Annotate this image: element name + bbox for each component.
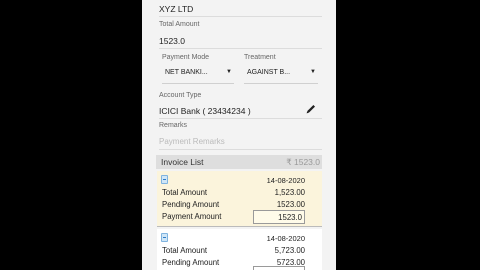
remarks-label: Remarks — [159, 122, 188, 129]
pending-amount-value: 1523.00 — [276, 200, 305, 209]
total-amount-row: Total Amount 5,723.00 — [162, 246, 305, 257]
left-letterbox — [0, 0, 142, 270]
total-amount-value: 1523.0 — [159, 36, 185, 46]
account-type-value: ICICI Bank ( 23434234 ) — [159, 106, 251, 116]
divider — [159, 149, 322, 150]
invoice-date: 14-08-2020 — [266, 234, 305, 243]
total-amount-label: Total Amount — [162, 246, 208, 255]
payment-amount-input[interactable] — [253, 266, 305, 270]
treatment-value: AGAINST B... — [247, 69, 291, 76]
payment-mode-label: Payment Mode — [162, 54, 210, 61]
invoice-list-header: Invoice List ₹ 1523.0 — [156, 155, 322, 169]
payment-mode-value: NET BANKI... — [165, 69, 208, 76]
invoice-card[interactable]: 14-08-2020 Total Amount 5,723.00 Pending… — [157, 229, 322, 270]
chevron-down-icon: ▼ — [310, 69, 316, 75]
payment-mode-select[interactable]: NET BANKI... ▼ — [162, 64, 234, 84]
document-icon — [161, 233, 168, 242]
document-icon — [161, 175, 168, 184]
pending-amount-label: Pending Amount — [162, 258, 220, 267]
payment-amount-input[interactable] — [253, 210, 305, 224]
total-amount-label: Total Amount — [159, 21, 200, 28]
treatment-select[interactable]: AGAINST B... ▼ — [244, 64, 318, 84]
total-amount-value: 5,723.00 — [274, 246, 305, 255]
invoice-list-title: Invoice List — [161, 157, 204, 167]
pencil-icon[interactable] — [304, 103, 318, 115]
invoice-list-total: ₹ 1523.0 — [286, 157, 320, 167]
treatment-label: Treatment — [244, 54, 276, 61]
chevron-down-icon: ▼ — [226, 69, 232, 75]
account-type-label: Account Type — [159, 92, 202, 99]
divider — [159, 118, 322, 119]
invoice-card[interactable]: 14-08-2020 Total Amount 1,523.00 Pending… — [157, 171, 322, 227]
total-amount-row: Total Amount 1,523.00 — [162, 188, 305, 199]
pending-amount-label: Pending Amount — [162, 200, 220, 209]
right-letterbox — [336, 0, 480, 270]
phone-screen: XYZ LTD Total Amount 1523.0 Payment Mode… — [142, 0, 336, 270]
invoice-date: 14-08-2020 — [266, 176, 305, 185]
divider — [159, 16, 322, 17]
payment-amount-label: Payment Amount — [162, 212, 222, 221]
company-name: XYZ LTD — [159, 4, 194, 14]
remarks-input[interactable] — [159, 135, 322, 148]
total-amount-value: 1,523.00 — [274, 188, 305, 197]
total-amount-label: Total Amount — [162, 188, 208, 197]
divider — [159, 48, 322, 49]
